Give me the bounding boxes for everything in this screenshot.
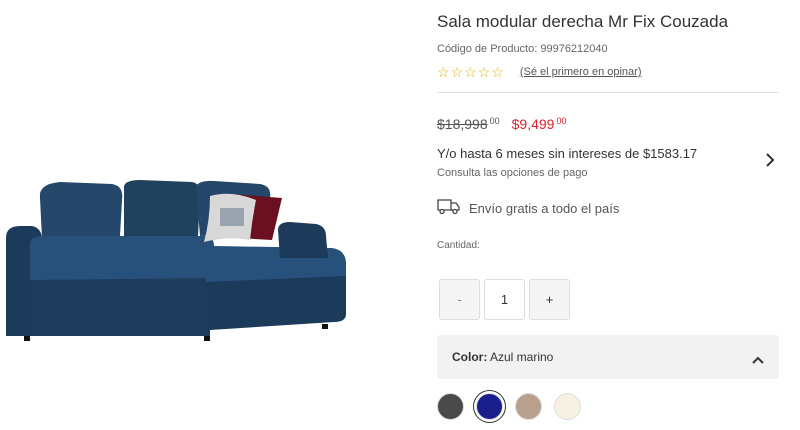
swatch-gris-oscuro[interactable] — [437, 393, 464, 420]
sofa-leg — [24, 336, 30, 341]
shipping-text: Envío gratis a todo el país — [469, 201, 620, 216]
back-cushion-middle — [124, 180, 201, 238]
product-image-area — [0, 0, 400, 430]
sofa-right-arm — [278, 222, 328, 258]
sofa-image — [6, 180, 346, 341]
free-shipping: Envío gratis a todo el país — [437, 197, 619, 220]
pillow-pattern-detail — [220, 208, 244, 226]
color-label: Color: Azul marino — [452, 350, 553, 364]
color-swatches — [437, 393, 581, 420]
color-value: Azul marino — [490, 350, 554, 364]
swatch-crema[interactable] — [554, 393, 581, 420]
quantity-stepper: - 1 + — [439, 279, 570, 320]
star-icon: ☆ — [437, 64, 450, 80]
color-selector[interactable]: Color: Azul marino — [437, 335, 779, 379]
old-price-cents: 00 — [489, 116, 500, 126]
sofa-leg — [204, 336, 210, 341]
star-icon: ☆ — [491, 64, 504, 80]
divider — [437, 92, 779, 93]
rating-row: ☆ ☆ ☆ ☆ ☆ (Sé el primero en opinar) — [437, 64, 641, 80]
financing-text: Y/o hasta 6 meses sin intereses de $1583… — [437, 146, 698, 161]
financing-subtext: Consulta las opciones de pago — [437, 167, 588, 179]
sale-price-cents: 00 — [556, 116, 567, 126]
color-key: Color: — [452, 350, 488, 364]
old-price: $18,998 — [437, 116, 488, 132]
quantity-label: Cantidad: — [437, 240, 480, 251]
star-icon: ☆ — [464, 64, 477, 80]
increase-quantity-button[interactable]: + — [529, 279, 570, 320]
product-code: Código de Producto: 99976212040 — [437, 43, 608, 55]
chevron-up-icon[interactable] — [751, 352, 765, 370]
sale-price: $9,499 — [511, 116, 555, 132]
swatch-azul-marino[interactable] — [476, 393, 503, 420]
chevron-right-icon[interactable] — [765, 152, 775, 173]
star-icon: ☆ — [477, 64, 491, 80]
star-rating[interactable]: ☆ ☆ ☆ ☆ ☆ — [437, 64, 504, 80]
price-row: $18,998 00 $9,499 00 — [437, 114, 566, 134]
back-cushion-left — [39, 182, 123, 238]
star-icon: ☆ — [450, 64, 464, 80]
decrease-quantity-button[interactable]: - — [439, 279, 480, 320]
sofa-leg — [322, 324, 328, 329]
truck-icon — [437, 197, 461, 220]
swatch-beige[interactable] — [515, 393, 542, 420]
product-title: Sala modular derecha Mr Fix Couzada — [437, 12, 729, 31]
quantity-input[interactable]: 1 — [484, 279, 525, 320]
first-review-link[interactable]: (Sé el primero en opinar) — [520, 66, 642, 78]
sofa-seat-cushion — [30, 236, 214, 280]
financing-options[interactable]: Y/o hasta 6 meses sin intereses de $1583… — [437, 146, 779, 186]
